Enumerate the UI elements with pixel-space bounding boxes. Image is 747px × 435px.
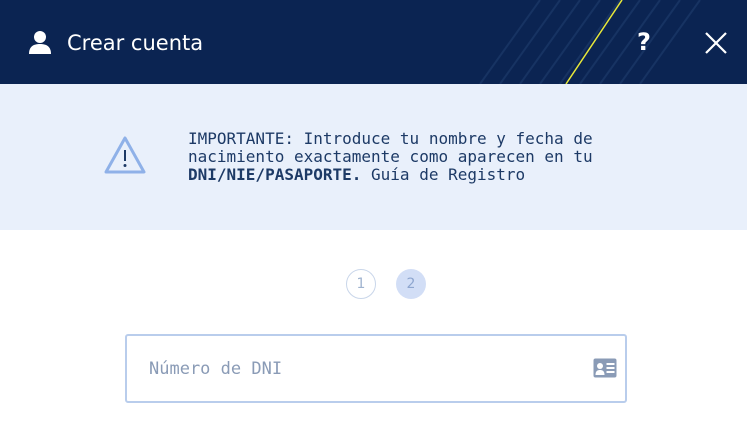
page-title: Crear cuenta [67,31,204,55]
notice-message: IMPORTANTE: Introduce tu nombre y fecha … [188,130,708,184]
id-card-icon [593,358,617,378]
step-indicator-1: 1 [346,269,376,299]
notice-line-1: IMPORTANTE: Introduce tu nombre y fecha … [188,129,593,148]
user-icon [29,31,51,54]
registration-guide-link[interactable]: Guía de Registro [371,165,525,184]
notice-line-3: DNI/NIE/PASAPORTE. Guía de Registro [188,166,708,184]
document-types: DNI/NIE/PASAPORTE. [188,165,362,184]
document-number-field[interactable] [125,334,627,403]
header-bar: Crear cuenta ? [0,0,747,84]
warning-triangle-icon [104,136,146,174]
step-indicator-2: 2 [396,269,426,299]
notice-line-2: nacimiento exactamente como aparecen en … [188,147,593,166]
help-button[interactable]: ? [628,26,660,58]
document-number-input[interactable] [149,352,569,386]
close-icon[interactable] [700,27,732,59]
